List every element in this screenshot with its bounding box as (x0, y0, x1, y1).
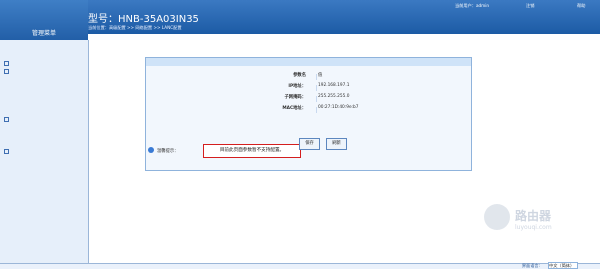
sidebar-item[interactable]: 网络诊断 (0, 163, 160, 171)
help-link[interactable]: 帮助 (577, 3, 585, 9)
device-model: 型号：HNB-35A03IN35 (88, 14, 199, 25)
menu-title: 管理菜单 (31, 30, 56, 37)
watermark-logo (484, 204, 510, 230)
sidebar-item[interactable]: 设备状态 (0, 51, 160, 59)
language-select[interactable]: 中文（简体） (548, 262, 578, 269)
sidebar-item[interactable]: LANC配置 (0, 83, 162, 91)
table-row: MAC地址： 00:27:1D:40:9e:b7 (146, 105, 471, 115)
logout-link[interactable]: 注销 (526, 3, 534, 9)
sidebar-item[interactable]: 帧网网络 (0, 123, 160, 131)
column-separator (316, 85, 317, 91)
refresh-button[interactable]: 刷新 (326, 138, 347, 150)
save-button[interactable]: 保存 (299, 138, 320, 150)
param-label: 子网掩码： (284, 95, 306, 100)
param-value: 00:27:1D:40:9e:b7 (318, 105, 359, 110)
tip-message: 目前此页面参数暂不支持配置。 (203, 144, 301, 158)
lan-config-panel: 参数名 值 IP地址： 192.168.197.1 子网掩码： 255.255.… (145, 57, 472, 171)
bottom-bar (0, 263, 600, 269)
param-name-header: 参数名 (293, 73, 306, 78)
column-separator (316, 74, 317, 80)
panel-header (146, 58, 471, 66)
current-user: 当前用户：admin (455, 3, 490, 8)
watermark-subtext: luyouqi.com (515, 224, 552, 231)
sidebar-item[interactable]: 设置向导 (0, 43, 160, 51)
param-label: IP地址： (288, 84, 306, 89)
sidebar-item[interactable]: DHCP服务器 (0, 99, 160, 107)
expand-collapse-icon[interactable] (4, 60, 9, 66)
sidebar-item[interactable]: MAC地址绑定 (0, 91, 160, 99)
watermark-text: 路由器 (515, 209, 552, 223)
table-header-row: 参数名 值 (146, 72, 471, 82)
table-row: 子网掩码： 255.255.255.0 (146, 94, 471, 104)
sidebar-item[interactable]: 设备维护 (0, 147, 160, 155)
param-label: MAC地址： (282, 106, 306, 111)
sidebar-item[interactable]: 网络配置 (0, 67, 160, 75)
param-value: 255.255.255.0 (318, 94, 350, 99)
expand-collapse-icon[interactable] (4, 68, 9, 74)
tip-label: 温馨提示： (157, 149, 179, 154)
expand-collapse-icon[interactable] (4, 148, 9, 154)
sidebar (0, 40, 89, 265)
sidebar-item[interactable]: 恢复网络参数出厂设置 (0, 107, 163, 115)
expand-collapse-icon[interactable] (4, 116, 9, 122)
breadcrumb: 当前位置：高级配置 >> 网络配置 >> LANC配置 (88, 25, 182, 30)
sidebar-item[interactable]: 基础配置 (0, 59, 160, 67)
column-separator (316, 107, 317, 113)
info-icon (148, 147, 154, 153)
sidebar-item[interactable]: WANC配置 (0, 75, 160, 83)
column-separator (316, 96, 317, 102)
param-value-header: 值 (318, 73, 323, 78)
sidebar-item[interactable]: 帧网网络接入控制 (0, 131, 160, 139)
sidebar-item[interactable]: 恢复帧网络出厂设置 (0, 139, 160, 147)
table-row: IP地址： 192.168.197.1 (146, 83, 471, 93)
param-value: 192.168.197.1 (318, 83, 350, 88)
language-label: 界面语言: (521, 263, 540, 268)
sidebar-item[interactable]: 帧网网络 (0, 115, 160, 123)
sidebar-item[interactable]: 用户管理 (0, 155, 160, 163)
sidebar-item[interactable]: 系统重启 (0, 171, 160, 179)
